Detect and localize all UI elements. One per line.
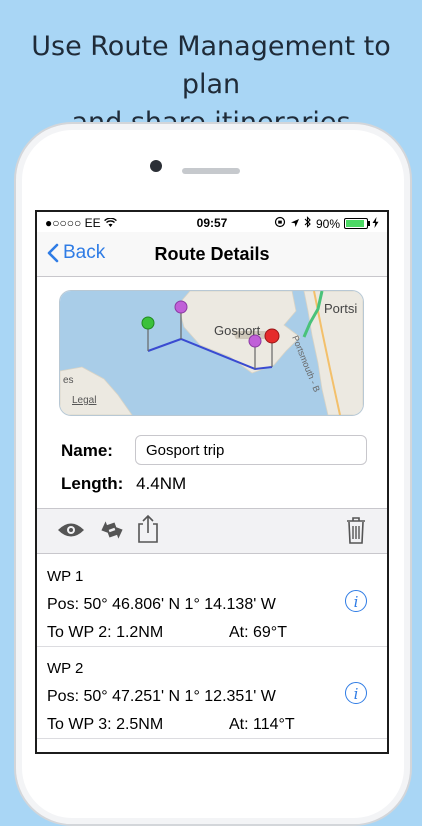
battery-percent: 90% (315, 216, 340, 231)
waypoint-row[interactable]: WP 2 Pos: 50° 47.251' N 1° 12.351' W To … (37, 646, 387, 739)
info-icon[interactable]: i (345, 590, 367, 612)
route-map[interactable]: Gosport Portsi Portsmouth - B es Legal (59, 290, 364, 416)
waypoint-position: Pos: 50° 47.251' N 1° 12.351' W (47, 688, 276, 705)
eye-icon[interactable] (57, 521, 85, 544)
waypoint-row[interactable]: WP 1 Pos: 50° 46.806' N 1° 14.138' W To … (37, 554, 387, 647)
page-title: Route Details (154, 244, 270, 264)
navigation-bar: Back Route Details (37, 232, 387, 277)
phone-camera (150, 160, 162, 172)
swap-icon[interactable] (99, 519, 125, 546)
charging-icon (372, 216, 379, 231)
map-label-gosport: Gosport (214, 323, 261, 338)
waypoint-bearing: At: 69°T (229, 624, 287, 641)
share-icon[interactable] (137, 514, 159, 549)
length-label: Length: (61, 474, 124, 493)
length-row: Length: 4.4NM (61, 474, 186, 494)
location-arrow-icon (290, 217, 300, 231)
battery-icon (344, 218, 370, 229)
map-label-legal[interactable]: Legal (72, 395, 96, 406)
route-toolbar (37, 508, 387, 554)
waypoint-bearing: At: 114°T (229, 716, 295, 733)
waypoint-distance: To WP 2: 1.2NM (47, 624, 164, 641)
length-value: 4.4NM (136, 474, 187, 493)
route-name-field[interactable]: Gosport trip (135, 435, 367, 465)
waypoint-distance: To WP 3: 2.5NM (47, 716, 164, 733)
map-label-es: es (63, 375, 74, 386)
waypoint-title: WP 1 (47, 568, 84, 585)
end-pin-red[interactable] (264, 328, 280, 344)
name-label: Name: (61, 441, 113, 460)
bluetooth-icon (304, 216, 312, 231)
waypoint-title: WP 2 (47, 660, 84, 677)
phone-speaker (182, 168, 240, 174)
phone-screen: ●○○○○ EE 09:57 90% Back Route Details Go… (35, 210, 389, 754)
status-bar: ●○○○○ EE 09:57 90% (37, 212, 387, 232)
name-row: Name: (61, 441, 113, 461)
waypoint-position: Pos: 50° 46.806' N 1° 14.138' W (47, 596, 276, 613)
start-pin-green[interactable] (141, 316, 155, 330)
waypoint-pin-purple-1[interactable] (174, 300, 188, 314)
map-label-portsi: Portsi (324, 301, 357, 316)
trash-icon[interactable] (345, 515, 367, 550)
info-icon[interactable]: i (345, 682, 367, 704)
orientation-lock-icon (274, 216, 286, 231)
status-right: 90% (274, 216, 379, 231)
map-canvas: Gosport Portsi Portsmouth - B es Legal (60, 291, 363, 415)
caption-line-1: Use Route Management to plan (31, 31, 391, 100)
